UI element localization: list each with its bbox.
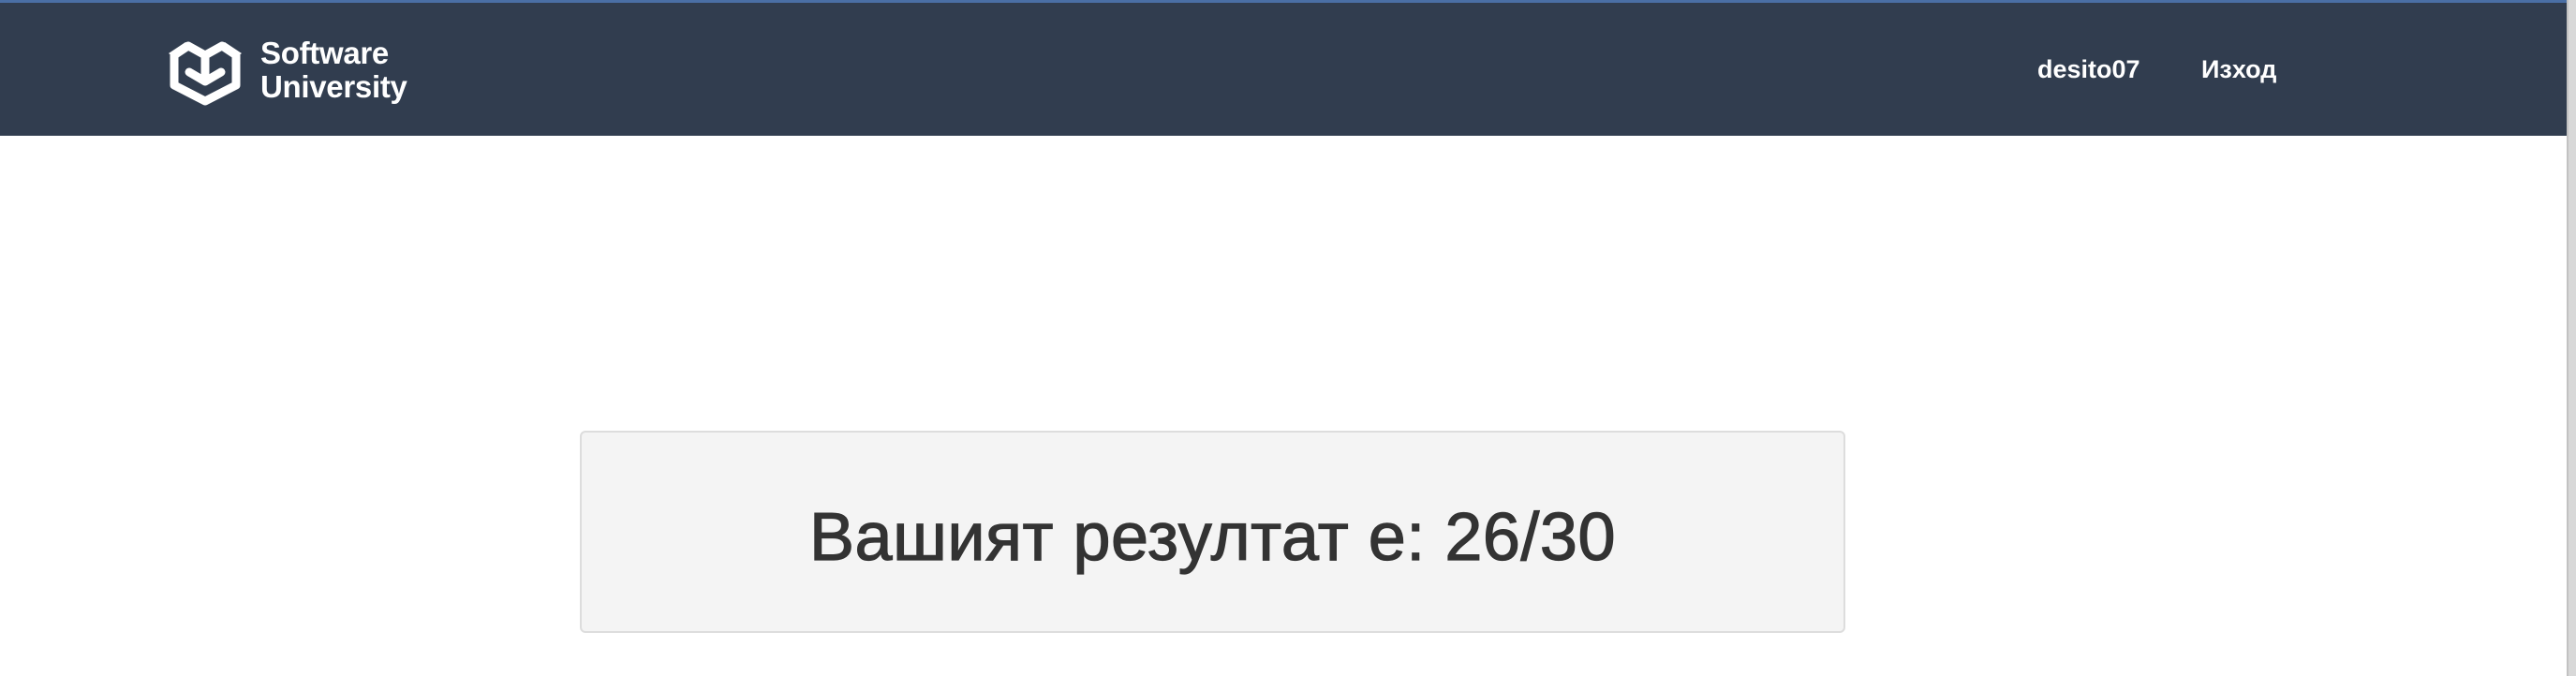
brand-name: Software University [260, 37, 407, 104]
user-profile-link[interactable]: desito07 [2037, 55, 2140, 84]
logout-link[interactable]: Изход [2201, 55, 2276, 84]
page: Software University desito07 Изход Вашия… [0, 0, 2576, 676]
brand-line-1: Software [260, 36, 389, 70]
window-scrollbar-edge [2567, 0, 2576, 676]
brand-home-link[interactable]: Software University [165, 33, 407, 108]
softuni-logo-icon [169, 41, 242, 106]
nav-logout-item: Изход [2201, 3, 2276, 136]
result-heading: Вашият резултат е: 26/30 [808, 499, 1616, 575]
brand-line-2: University [260, 69, 407, 104]
result-panel: Вашият резултат е: 26/30 [580, 431, 1845, 633]
top-navbar: Software University desito07 Изход [0, 3, 2569, 136]
nav-user-item: desito07 [2037, 3, 2140, 136]
